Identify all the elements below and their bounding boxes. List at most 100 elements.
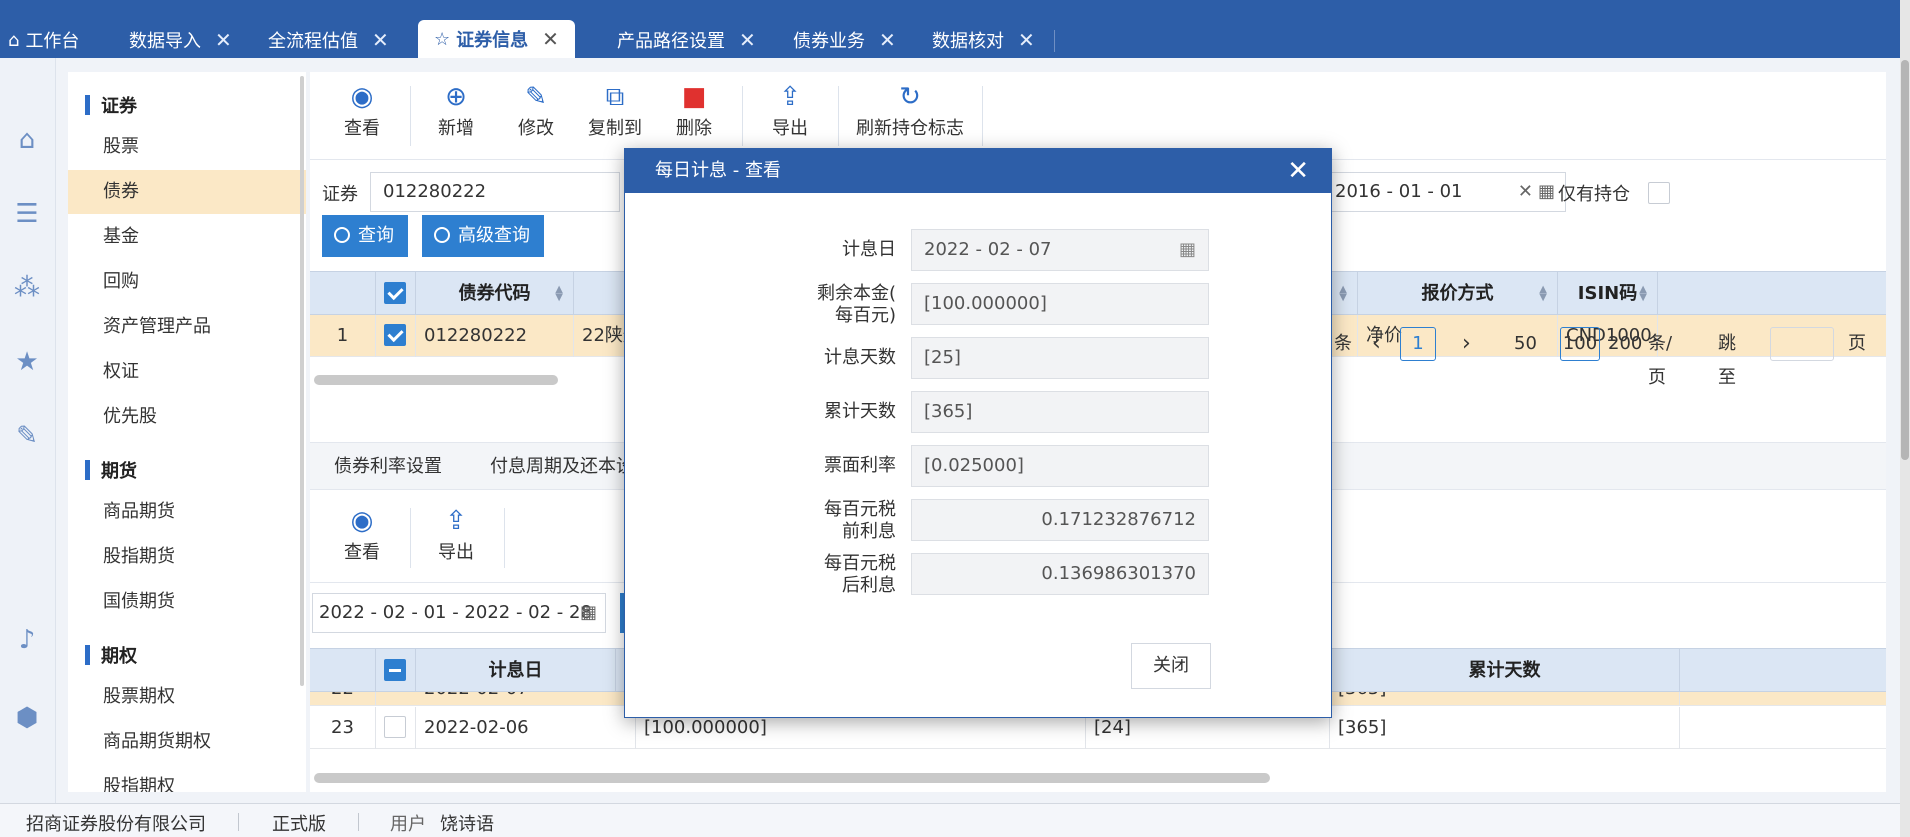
edit-icon[interactable]: ✎ <box>13 422 41 450</box>
sort-icon[interactable]: ▲▼ <box>1639 285 1647 303</box>
clear-icon[interactable]: ✕ <box>1518 173 1533 211</box>
menu-item-index-futures[interactable]: 股指期货 <box>68 535 306 579</box>
aftertax-interest-label: 每百元税 后利息 <box>824 553 896 596</box>
bell-icon[interactable]: ♪ <box>13 626 41 654</box>
refresh-holding-button[interactable]: ↻ 刷新持仓标志 <box>856 80 964 140</box>
tab-workbench[interactable]: ⌂ 工作台 <box>8 22 79 58</box>
sort-icon[interactable]: ▲▼ <box>1539 285 1547 303</box>
copy-to-button[interactable]: ⧉ 复制到 <box>588 80 642 140</box>
accrual-date-column-header[interactable]: 计息日 <box>416 649 616 693</box>
menu-group-options[interactable]: 期权 <box>85 642 137 668</box>
scrollbar-thumb[interactable] <box>1901 60 1909 460</box>
accrual-date-field: 2022 - 02 - 07 ▦ <box>911 229 1209 271</box>
bond-code-cell: 012280222 <box>416 315 574 357</box>
top-grid-scrollbar[interactable] <box>314 375 558 385</box>
tab-bond-rate-settings[interactable]: 债券利率设置 <box>334 443 442 491</box>
only-holding-checkbox[interactable] <box>1648 182 1670 204</box>
menu-item-treasury-futures[interactable]: 国债期货 <box>68 580 306 624</box>
menu-scrollbar[interactable] <box>300 76 304 686</box>
home-icon[interactable]: ⌂ <box>13 126 41 154</box>
page-size-200[interactable]: 200 <box>1608 327 1642 361</box>
close-icon[interactable]: ✕ <box>1287 149 1309 193</box>
left-menu: 证券 股票 债券 基金 回购 资产管理产品 权证 优先股 期货 商品期货 股指期… <box>68 72 306 792</box>
query-button[interactable]: 查询 <box>322 215 408 257</box>
settings-icon[interactable]: ⬢ <box>13 704 41 732</box>
detail-view-button[interactable]: ◉ 查看 <box>344 504 380 564</box>
advanced-query-button[interactable]: 高级查询 <box>422 215 544 257</box>
tab-product-path[interactable]: 产品路径设置 ✕ <box>617 22 756 58</box>
close-icon[interactable]: ✕ <box>739 28 756 52</box>
jump-input[interactable] <box>1770 327 1834 361</box>
edit-button[interactable]: ✎ 修改 <box>518 80 554 140</box>
bottom-grid-scrollbar[interactable] <box>314 773 1270 783</box>
row-checkbox[interactable] <box>384 324 406 346</box>
menu-item-repo[interactable]: 回购 <box>68 260 306 304</box>
search-icon <box>434 227 450 243</box>
quote-method-column-header[interactable]: 报价方式 ▲ ▼ <box>1358 272 1558 316</box>
copy-icon: ⧉ <box>605 82 625 112</box>
sort-icon[interactable]: ▲▼ <box>555 285 563 303</box>
page-scrollbar[interactable] <box>1900 0 1910 837</box>
add-button[interactable]: ⊕ 新增 <box>438 80 474 140</box>
eye-icon: ◉ <box>350 506 374 536</box>
export-icon: ⇪ <box>779 82 801 112</box>
security-label: 证券 <box>322 184 358 205</box>
menu-item-stock-options[interactable]: 股票期权 <box>68 675 306 719</box>
menu-item-bond[interactable]: 债券 <box>68 170 306 214</box>
plus-circle-icon: ⊕ <box>445 82 467 112</box>
select-all-cell <box>376 272 416 316</box>
date-input[interactable]: 2016 - 01 - 01 ✕ ▦ <box>1320 172 1566 212</box>
pretax-interest-label: 每百元税 前利息 <box>824 499 896 542</box>
bond-code-column-header[interactable]: 债券代码 ▲ ▼ <box>416 272 574 316</box>
select-all-checkbox[interactable] <box>384 659 406 681</box>
export-button[interactable]: ⇪ 导出 <box>772 80 808 140</box>
menu-item-asset-mgmt[interactable]: 资产管理产品 <box>68 305 306 349</box>
tab-bond-business[interactable]: 债券业务 ✕ <box>793 22 896 58</box>
current-page[interactable]: 1 <box>1400 327 1436 361</box>
eye-icon: ◉ <box>350 82 374 112</box>
menu-item-warrant[interactable]: 权证 <box>68 350 306 394</box>
page-size-100[interactable]: 100 <box>1560 327 1600 361</box>
menu-group-securities[interactable]: 证券 <box>85 92 137 118</box>
user-label: 用户 <box>390 814 426 835</box>
tab-security-info[interactable]: ☆ 证券信息 ✕ <box>418 20 575 58</box>
sort-icon[interactable]: ▲▼ <box>1339 285 1347 303</box>
page-size-50[interactable]: 50 <box>1514 327 1537 361</box>
close-icon[interactable]: ✕ <box>542 27 559 51</box>
isin-column-header[interactable]: ISIN码 ▲ ▼ <box>1558 272 1658 316</box>
tab-data-check[interactable]: 数据核对 ✕ <box>932 22 1035 58</box>
close-icon[interactable]: ✕ <box>215 28 232 52</box>
menu-item-commodity-options[interactable]: 商品期货期权 <box>68 720 306 764</box>
menu-item-stock[interactable]: 股票 <box>68 125 306 169</box>
delete-button[interactable]: ■ 删除 <box>676 80 712 140</box>
calendar-icon[interactable]: ▦ <box>580 594 597 632</box>
tab-divider <box>1054 30 1055 52</box>
list-icon[interactable]: ☰ <box>13 200 41 228</box>
menu-group-futures[interactable]: 期货 <box>85 457 137 483</box>
select-all-checkbox[interactable] <box>384 282 406 304</box>
view-button[interactable]: ◉ 查看 <box>344 80 380 140</box>
calendar-icon: ▦ <box>1178 239 1196 260</box>
tab-interest-period[interactable]: 付息周期及还本设 <box>490 443 634 491</box>
menu-item-index-options[interactable]: 股指期权 <box>68 765 306 792</box>
accrual-days-label: 计息天数 <box>824 347 896 368</box>
detail-export-button[interactable]: ⇪ 导出 <box>438 504 474 564</box>
close-icon[interactable]: ✕ <box>879 28 896 52</box>
close-icon[interactable]: ✕ <box>372 28 389 52</box>
close-icon[interactable]: ✕ <box>1018 28 1035 52</box>
cumulative-days-column-header[interactable]: 累计天数 <box>1330 649 1680 693</box>
tab-data-import[interactable]: 数据导入 ✕ <box>129 22 232 58</box>
prev-page-button[interactable]: ‹ <box>1372 327 1381 361</box>
tab-full-valuation[interactable]: 全流程估值 ✕ <box>268 22 389 58</box>
next-page-button[interactable]: › <box>1462 327 1471 361</box>
star-icon[interactable]: ★ <box>13 348 41 376</box>
network-icon[interactable]: ⁂ <box>13 274 41 302</box>
close-button[interactable]: 关闭 <box>1131 643 1211 689</box>
menu-item-fund[interactable]: 基金 <box>68 215 306 259</box>
menu-item-commodity-futures[interactable]: 商品期货 <box>68 490 306 534</box>
row-checkbox[interactable] <box>384 716 406 738</box>
date-range-input[interactable]: 2022 - 02 - 01 - 2022 - 02 - 28 ▦ <box>312 593 606 633</box>
security-input[interactable]: 012280222 <box>370 172 620 212</box>
calendar-icon[interactable]: ▦ <box>1538 173 1555 211</box>
menu-item-preferred[interactable]: 优先股 <box>68 395 306 439</box>
